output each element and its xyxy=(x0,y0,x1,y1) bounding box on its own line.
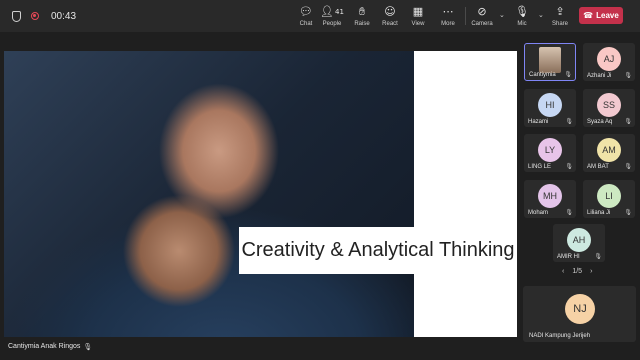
avatar: AM xyxy=(597,138,621,162)
slide-title-box: Creativity & Analytical Thinking xyxy=(239,227,517,274)
mic-muted-icon: 🎙︎ xyxy=(565,118,573,125)
mic-button[interactable]: 🎙︎ Mic xyxy=(508,0,536,32)
mic-muted-icon: 🎙︎ xyxy=(565,209,573,216)
previous-page-icon[interactable]: ‹ xyxy=(562,268,564,275)
slide-photo xyxy=(4,51,414,337)
smiley-icon: ☺ xyxy=(384,4,396,18)
mic-muted-icon: 🎙︎ xyxy=(624,72,632,79)
share-icon: ⇪ xyxy=(555,4,565,18)
people-icon: 👤︎41 xyxy=(320,4,344,18)
more-button[interactable]: ⋯ More xyxy=(434,0,462,32)
mic-muted-icon: 🎙︎ xyxy=(624,209,632,216)
avatar: MH xyxy=(538,184,562,208)
view-button[interactable]: ▦ View xyxy=(404,0,432,32)
leave-button[interactable]: ☎ Leave xyxy=(579,7,623,24)
avatar: AJ xyxy=(597,47,621,71)
meeting-toolbar: 00:43 💬︎ Chat 👤︎41 People ✋︎ Raise ☺ Rea… xyxy=(0,0,640,32)
participant-tile[interactable]: LI Liliana Ji 🎙︎ xyxy=(583,180,635,218)
mic-muted-icon: 🎙︎ xyxy=(624,118,632,125)
hand-icon: ✋︎ xyxy=(358,4,366,18)
react-button[interactable]: ☺ React xyxy=(376,0,404,32)
avatar: LY xyxy=(538,138,562,162)
chat-icon: 💬︎ xyxy=(299,4,313,18)
mic-muted-icon: 🎙︎ xyxy=(565,163,573,170)
avatar: NJ xyxy=(565,294,595,324)
meeting-timer: 00:43 xyxy=(51,10,77,22)
camera-button[interactable]: ⊘ Camera xyxy=(468,0,496,32)
participant-tile[interactable]: Cantiymia 🎙︎ xyxy=(524,43,576,81)
avatar: LI xyxy=(597,184,621,208)
more-icon: ⋯ xyxy=(442,4,454,18)
shared-screen: Creativity & Analytical Thinking xyxy=(4,51,517,337)
participant-tile[interactable]: LY LING LE 🎙︎ xyxy=(524,134,576,172)
recording-icon xyxy=(31,12,39,20)
share-button[interactable]: ⇪ Share xyxy=(546,0,574,32)
avatar: SS xyxy=(597,93,621,117)
next-page-icon[interactable]: › xyxy=(590,268,592,275)
page-indicator: 1/5 xyxy=(572,268,583,275)
participant-video xyxy=(539,47,561,73)
camera-options-chevron-icon[interactable]: ⌄ xyxy=(499,11,505,19)
participant-pager: ‹ 1/5 › xyxy=(562,268,592,275)
featured-participant-tile[interactable]: NJ NADI Kampung Jerijeh xyxy=(523,286,636,342)
slide-title: Creativity & Analytical Thinking xyxy=(241,239,515,261)
toolbar-divider xyxy=(465,7,466,25)
avatar: HI xyxy=(538,93,562,117)
camera-off-icon: ⊘ xyxy=(477,4,487,18)
participant-tile[interactable]: SS Syaza Aq 🎙︎ xyxy=(583,89,635,127)
grid-icon: ▦ xyxy=(412,4,424,18)
mic-muted-icon: 🎙︎ xyxy=(624,163,632,170)
mic-off-icon: 🎙︎ xyxy=(515,4,529,18)
shield-icon[interactable] xyxy=(12,10,21,22)
phone-hangup-icon: ☎ xyxy=(583,11,594,20)
mic-muted-icon: 🎙︎ xyxy=(594,253,602,260)
raise-hand-button[interactable]: ✋︎ Raise xyxy=(348,0,376,32)
mic-muted-icon: 🎙︎ xyxy=(564,71,572,78)
avatar: AH xyxy=(567,228,591,252)
presenter-name-tag: Cantiymia Anak Ringos 🎙︎ xyxy=(4,340,97,353)
mic-options-chevron-icon[interactable]: ⌄ xyxy=(538,11,544,19)
chat-button[interactable]: 💬︎ Chat xyxy=(292,0,320,32)
participant-tile[interactable]: MH Moham 🎙︎ xyxy=(524,180,576,218)
participant-tile[interactable]: AJ Azhani Ji 🎙︎ xyxy=(583,43,635,81)
participant-tile[interactable]: AH AMIR HI 🎙︎ xyxy=(553,224,605,262)
participant-tile[interactable]: AM AM BAT 🎙︎ xyxy=(583,134,635,172)
mic-icon: 🎙︎ xyxy=(83,342,93,351)
participant-tile[interactable]: HI Hazami 🎙︎ xyxy=(524,89,576,127)
people-button[interactable]: 👤︎41 People xyxy=(318,0,346,32)
